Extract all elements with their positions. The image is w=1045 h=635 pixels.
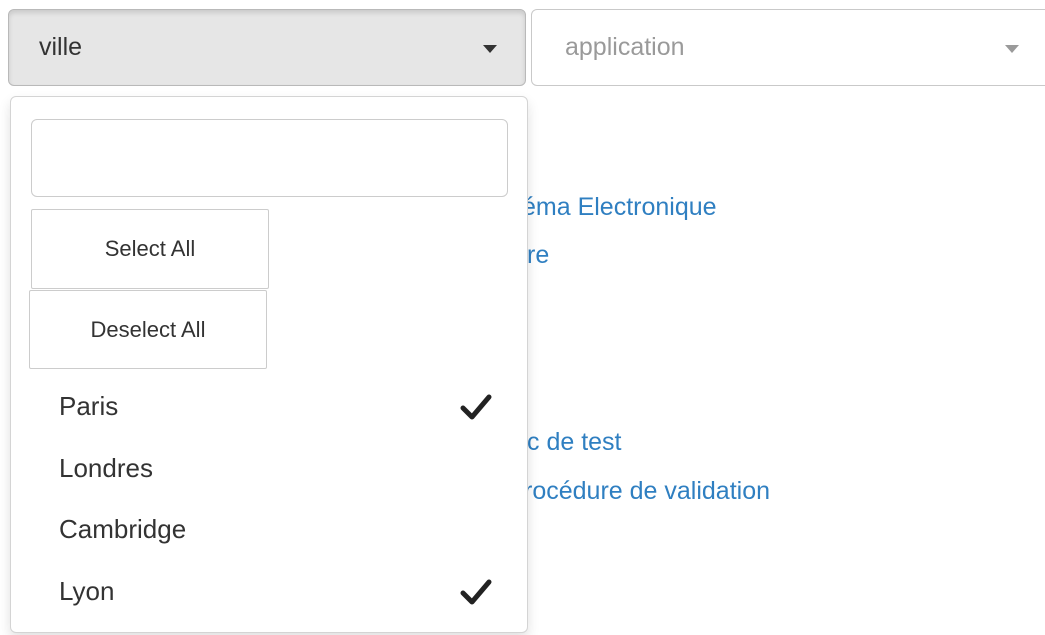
application-select[interactable]: application [531, 9, 1045, 86]
page: s éma Electronique re c de test rocédure… [0, 0, 1045, 635]
option-lyon[interactable]: Lyon [11, 563, 527, 621]
check-icon [460, 394, 492, 420]
select-all-button[interactable]: Select All [31, 209, 269, 289]
ville-select[interactable]: ville [8, 9, 526, 86]
dropdown-search-input[interactable] [31, 119, 508, 197]
ville-dropdown-menu: Select All Deselect All Paris Londres Ca… [10, 96, 528, 633]
deselect-all-button[interactable]: Deselect All [29, 290, 267, 369]
caret-down-icon [483, 45, 497, 53]
check-icon [460, 579, 492, 605]
option-cambridge[interactable]: Cambridge [11, 501, 527, 559]
ville-select-value: ville [39, 33, 83, 61]
option-paris[interactable]: Paris [11, 378, 527, 436]
link-schema-electronique[interactable]: éma Electronique [522, 192, 717, 222]
option-londres[interactable]: Londres [11, 440, 527, 498]
option-label: Paris [59, 391, 119, 421]
option-label: Cambridge [59, 514, 187, 544]
option-label: Lyon [59, 576, 115, 606]
option-label: Londres [59, 453, 153, 483]
application-select-placeholder: application [565, 33, 685, 61]
caret-down-icon [1005, 45, 1019, 53]
link-partial-re[interactable]: re [527, 240, 549, 270]
link-banc-de-test[interactable]: c de test [527, 427, 622, 457]
link-procedure-de-validation[interactable]: rocédure de validation [524, 476, 770, 506]
